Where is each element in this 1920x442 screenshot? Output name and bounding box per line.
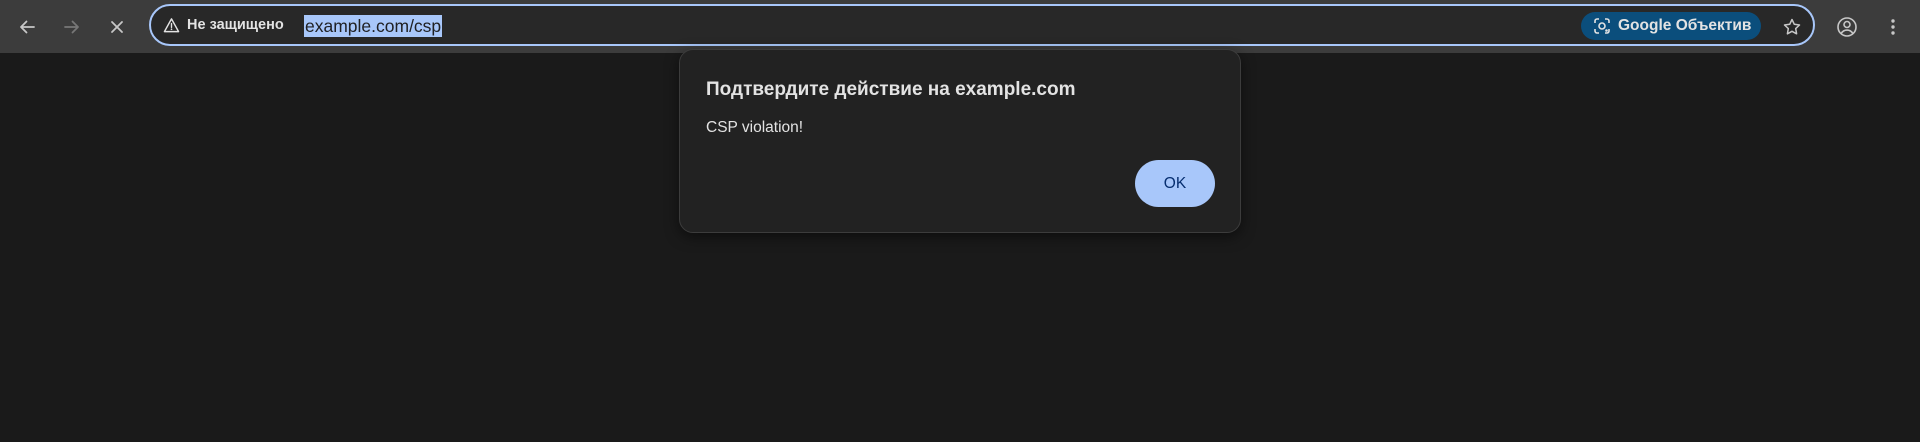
address-bar[interactable]: Не защищено example.com/csp Google Объек… [149,4,1815,46]
arrow-left-icon [20,20,35,34]
url-text[interactable]: example.com/csp [304,15,443,37]
alert-dialog: Подтвердите действие на example.com CSP … [679,49,1241,233]
security-label: Не защищено [187,17,284,33]
dialog-message: CSP violation! [706,119,804,136]
ok-button[interactable]: OK [1135,160,1215,207]
close-icon [111,21,123,33]
account-circle-icon [1837,17,1857,37]
back-button[interactable] [8,8,46,46]
menu-button[interactable] [1874,8,1912,46]
lens-label: Google Объектив [1618,17,1752,34]
browser-toolbar: Не защищено example.com/csp Google Объек… [0,0,1920,53]
bookmark-button[interactable] [1777,12,1807,42]
arrow-right-icon [64,20,79,34]
google-lens-button[interactable]: Google Объектив [1581,12,1761,40]
dialog-title: Подтвердите действие на example.com [706,79,1076,100]
star-icon [1783,18,1801,35]
stop-loading-button[interactable] [98,8,136,46]
more-vertical-icon [1891,19,1895,35]
profile-button[interactable] [1828,8,1866,46]
forward-button[interactable] [53,8,91,46]
warning-triangle-icon [163,17,180,32]
lens-icon [1594,18,1610,34]
security-chip[interactable]: Не защищено [163,14,284,36]
